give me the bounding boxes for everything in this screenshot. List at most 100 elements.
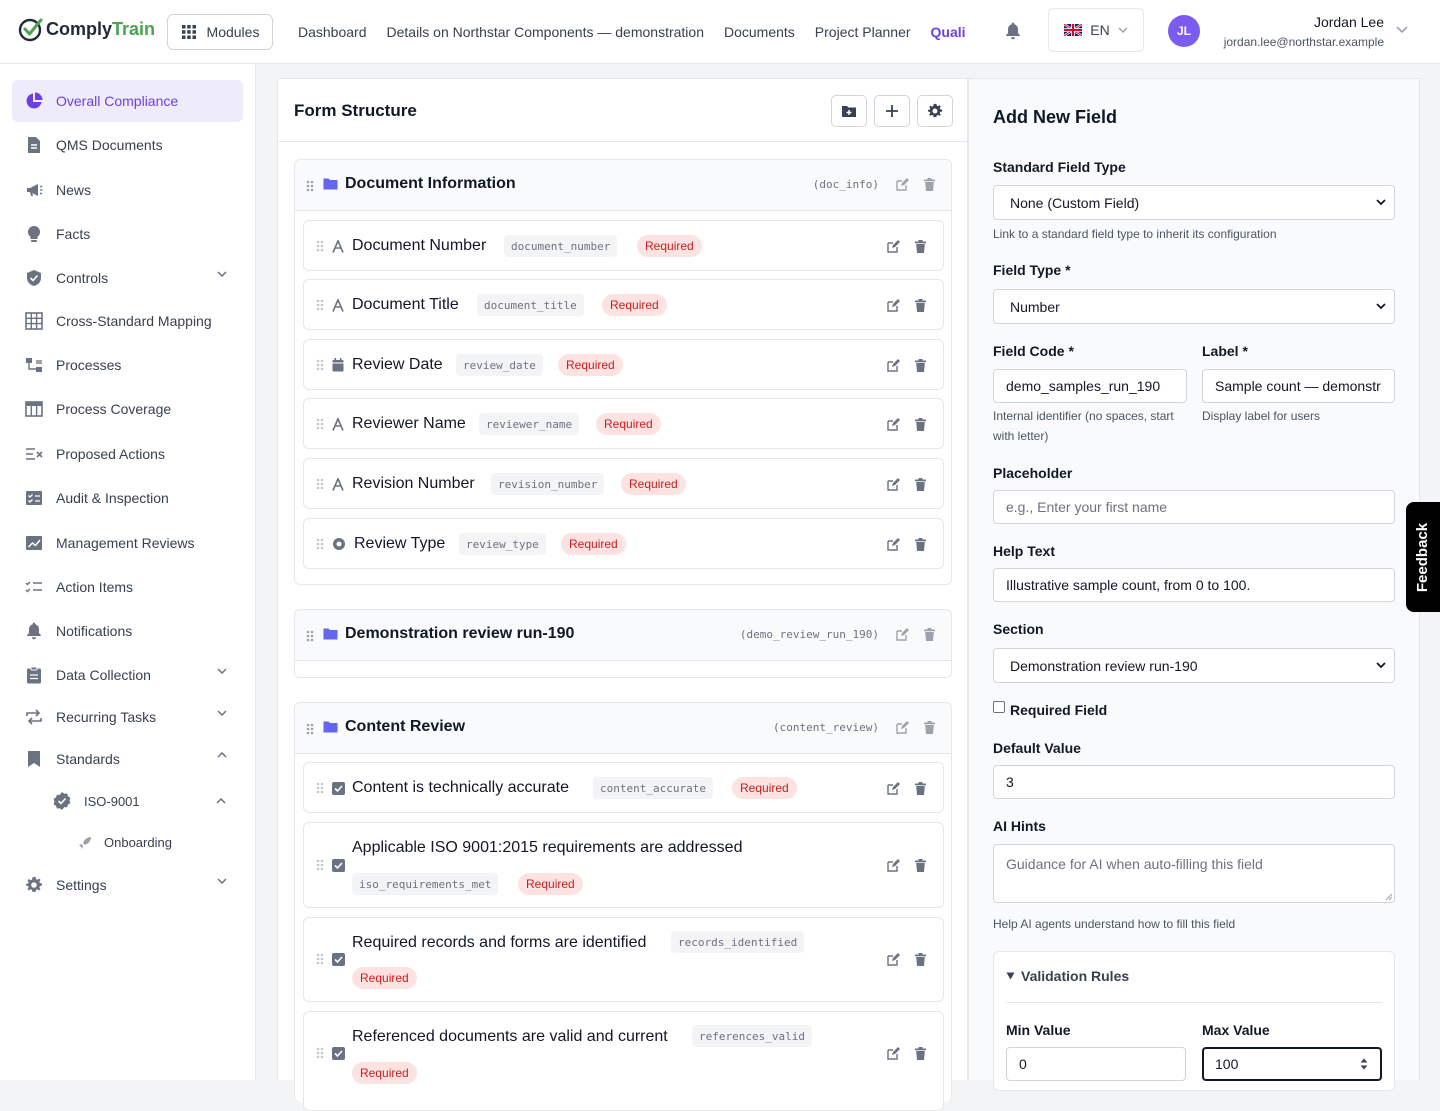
delete-field-icon[interactable] <box>915 782 926 795</box>
delete-field-icon[interactable] <box>915 240 926 253</box>
form-field-row[interactable]: Revision Number revision_number Required <box>303 458 944 509</box>
nav-project-details[interactable]: Details on Northstar Components — demons… <box>387 24 704 40</box>
notification-bell-icon[interactable] <box>1005 22 1021 40</box>
delete-field-icon[interactable] <box>915 859 926 872</box>
chevron-up-icon[interactable] <box>217 752 227 758</box>
sidebar-item-cross-standard-mapping[interactable]: Cross-Standard Mapping <box>12 300 243 342</box>
sidebar-item-overall-compliance[interactable]: Overall Compliance <box>12 80 243 122</box>
drag-handle-icon[interactable] <box>316 1047 324 1059</box>
edit-field-icon[interactable] <box>887 299 900 312</box>
form-field-row[interactable]: Content is technically accurate content_… <box>303 762 944 813</box>
delete-field-icon[interactable] <box>915 478 926 491</box>
drag-handle-icon[interactable] <box>316 299 324 311</box>
max-value-input[interactable]: 100 <box>1202 1047 1382 1081</box>
delete-field-icon[interactable] <box>915 359 926 372</box>
delete-field-icon[interactable] <box>915 538 926 551</box>
drag-handle-icon[interactable] <box>306 630 314 642</box>
nav-quality[interactable]: Quali <box>931 24 966 40</box>
user-avatar[interactable]: JL <box>1168 15 1200 47</box>
form-field-row[interactable]: Review Type review_type Required <box>303 518 944 569</box>
field-type-select[interactable]: Number <box>993 289 1395 324</box>
edit-field-icon[interactable] <box>887 478 900 491</box>
sidebar-subitem-onboarding[interactable]: Onboarding <box>78 835 172 850</box>
user-name[interactable]: Jordan Lee <box>1314 14 1384 30</box>
resize-handle-icon[interactable] <box>1385 893 1393 901</box>
drag-handle-icon[interactable] <box>306 723 314 735</box>
sidebar-item-qms-documents[interactable]: QMS Documents <box>12 124 243 166</box>
form-field-row[interactable]: Applicable ISO 9001:2015 requirements ar… <box>303 822 944 908</box>
delete-field-icon[interactable] <box>915 1047 926 1060</box>
drag-handle-icon[interactable] <box>316 538 324 550</box>
edit-field-icon[interactable] <box>887 782 900 795</box>
edit-field-icon[interactable] <box>887 240 900 253</box>
form-field-row[interactable]: Document Number document_number Required <box>303 220 944 271</box>
drag-handle-icon[interactable] <box>316 953 324 965</box>
form-settings-button[interactable] <box>917 95 953 127</box>
delete-section-icon[interactable] <box>924 178 935 191</box>
form-field-row[interactable]: Reviewer Name reviewer_name Required <box>303 398 944 449</box>
required-field-checkbox[interactable] <box>993 701 1005 713</box>
sidebar-item-audit-inspection[interactable]: Audit & Inspection <box>12 477 243 519</box>
sidebar-item-data-collection[interactable]: Data Collection <box>12 654 243 696</box>
nav-documents[interactable]: Documents <box>724 24 795 40</box>
default-value-input[interactable]: 3 <box>993 765 1395 799</box>
form-field-row[interactable]: Review Date review_date Required <box>303 339 944 390</box>
form-field-row[interactable]: Document Title document_title Required <box>303 279 944 330</box>
min-value-input[interactable]: 0 <box>1006 1047 1186 1081</box>
sidebar-item-management-reviews[interactable]: Management Reviews <box>12 522 243 564</box>
sidebar-item-notifications[interactable]: Notifications <box>12 610 243 652</box>
user-menu-chevron-icon[interactable] <box>1396 26 1408 34</box>
delete-section-icon[interactable] <box>924 721 935 734</box>
delete-field-icon[interactable] <box>915 299 926 312</box>
drag-handle-icon[interactable] <box>316 782 324 794</box>
sidebar-item-proposed-actions[interactable]: Proposed Actions <box>12 433 243 475</box>
sidebar-subitem-iso-9001[interactable]: ISO-9001 <box>52 791 232 811</box>
add-field-button[interactable] <box>874 95 910 127</box>
sidebar-item-facts[interactable]: Facts <box>12 213 243 255</box>
sidebar-item-controls[interactable]: Controls <box>12 257 243 299</box>
placeholder-input[interactable]: e.g., Enter your first name <box>993 490 1395 524</box>
section-select[interactable]: Demonstration review run-190 <box>993 648 1395 683</box>
label-input[interactable]: Sample count — demonstr <box>1202 369 1395 403</box>
help-text-input[interactable]: Illustrative sample count, from 0 to 100… <box>993 568 1395 602</box>
validation-rules-toggle[interactable]: Validation Rules <box>1006 968 1129 984</box>
sidebar-item-settings[interactable]: Settings <box>12 864 243 906</box>
drag-handle-icon[interactable] <box>316 859 324 871</box>
drag-handle-icon[interactable] <box>316 418 324 430</box>
ai-hints-textarea[interactable]: Guidance for AI when auto-filling this f… <box>993 844 1395 903</box>
chevron-down-icon[interactable] <box>217 710 227 716</box>
delete-field-icon[interactable] <box>915 953 926 966</box>
edit-section-icon[interactable] <box>896 628 909 641</box>
drag-handle-icon[interactable] <box>316 240 324 252</box>
delete-section-icon[interactable] <box>924 628 935 641</box>
sidebar-item-processes[interactable]: Processes <box>12 344 243 386</box>
form-field-row[interactable]: Required records and forms are identifie… <box>303 917 944 1002</box>
add-section-button[interactable] <box>831 95 867 127</box>
drag-handle-icon[interactable] <box>316 478 324 490</box>
brand-logo[interactable]: Comply Train <box>18 16 155 42</box>
modules-button[interactable]: Modules <box>167 14 273 50</box>
drag-handle-icon[interactable] <box>316 359 324 371</box>
language-selector[interactable]: EN <box>1048 8 1144 52</box>
edit-section-icon[interactable] <box>896 721 909 734</box>
edit-section-icon[interactable] <box>896 178 909 191</box>
edit-field-icon[interactable] <box>887 538 900 551</box>
chevron-up-icon[interactable] <box>216 798 226 804</box>
sidebar-item-news[interactable]: News <box>12 169 243 211</box>
edit-field-icon[interactable] <box>887 859 900 872</box>
number-spinner-icon[interactable] <box>1360 1058 1368 1070</box>
nav-dashboard[interactable]: Dashboard <box>298 24 367 40</box>
edit-field-icon[interactable] <box>887 1047 900 1060</box>
form-field-row[interactable]: Referenced documents are valid and curre… <box>303 1011 944 1111</box>
chevron-down-icon[interactable] <box>217 271 227 277</box>
chevron-down-icon[interactable] <box>217 878 227 884</box>
delete-field-icon[interactable] <box>915 418 926 431</box>
feedback-tab[interactable]: Feedback <box>1406 502 1440 612</box>
sidebar-item-action-items[interactable]: Action Items <box>12 566 243 608</box>
sidebar-item-standards[interactable]: Standards <box>12 738 243 780</box>
standard-field-type-select[interactable]: None (Custom Field) <box>993 185 1395 220</box>
edit-field-icon[interactable] <box>887 953 900 966</box>
chevron-down-icon[interactable] <box>217 668 227 674</box>
sidebar-item-process-coverage[interactable]: Process Coverage <box>12 388 243 430</box>
nav-project-planner[interactable]: Project Planner <box>815 24 911 40</box>
